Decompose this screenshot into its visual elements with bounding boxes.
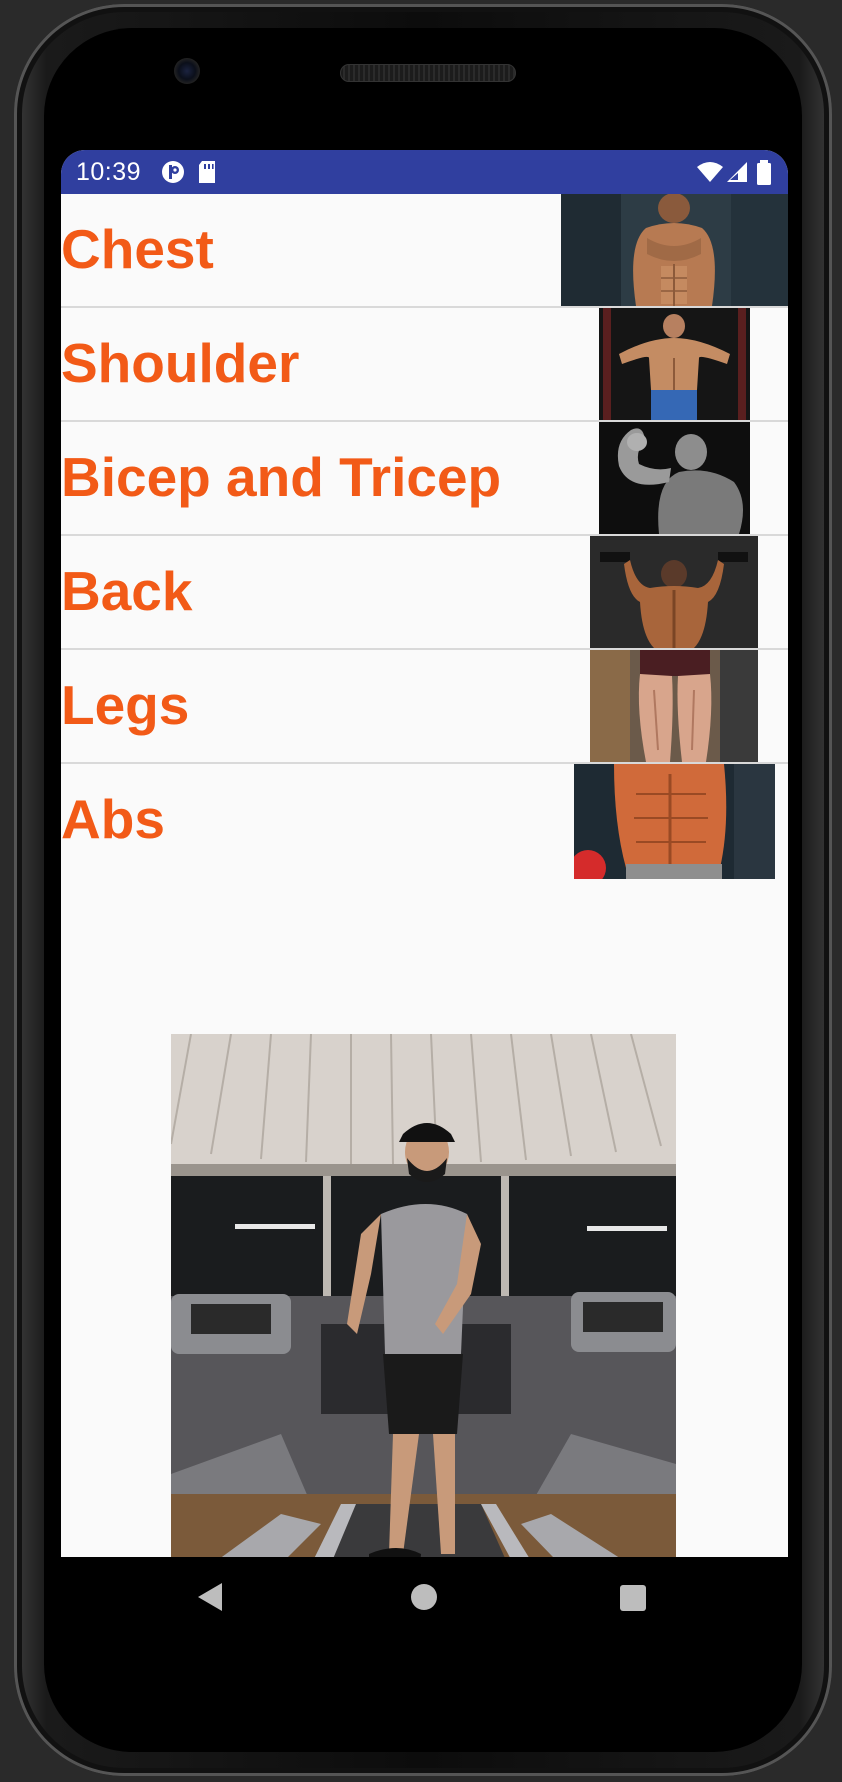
workout-label: Abs [61, 788, 165, 850]
status-time: 10:39 [76, 158, 142, 186]
screen: 10:39 Chest Shoulder Bicep and Tricep Ba… [61, 150, 788, 1557]
sd-card-icon [197, 160, 217, 189]
status-bar: 10:39 [61, 150, 788, 194]
bicep-tricep-workout-image [599, 422, 750, 534]
abs-workout-image [574, 764, 775, 879]
workout-item-bicep-tricep[interactable]: Bicep and Tricep [61, 422, 788, 536]
cell-signal-icon [725, 160, 749, 189]
workout-item-shoulder[interactable]: Shoulder [61, 308, 788, 422]
home-icon[interactable] [410, 1583, 438, 1616]
recents-icon[interactable] [619, 1584, 647, 1617]
app-notification-icon [161, 160, 185, 189]
workout-item-back[interactable]: Back [61, 536, 788, 650]
earpiece-speaker [340, 64, 516, 82]
front-camera [174, 58, 200, 84]
gym-treadmill-photo [171, 1034, 676, 1557]
battery-icon [756, 160, 772, 191]
chest-workout-image [561, 194, 788, 306]
workout-item-chest[interactable]: Chest [61, 194, 788, 308]
shoulder-workout-image [599, 308, 750, 420]
legs-workout-image [590, 650, 758, 762]
workout-label: Back [61, 560, 193, 622]
back-workout-image [590, 536, 758, 648]
workout-label: Bicep and Tricep [61, 446, 502, 508]
workout-item-legs[interactable]: Legs [61, 650, 788, 764]
workout-item-abs[interactable]: Abs [61, 764, 788, 879]
workout-label: Chest [61, 218, 214, 280]
workout-list: Chest Shoulder Bicep and Tricep Back Leg… [61, 194, 788, 879]
workout-label: Shoulder [61, 332, 300, 394]
back-icon[interactable] [196, 1581, 224, 1618]
wifi-icon [696, 160, 724, 189]
workout-label: Legs [61, 674, 190, 736]
navigation-bar [61, 1557, 788, 1647]
